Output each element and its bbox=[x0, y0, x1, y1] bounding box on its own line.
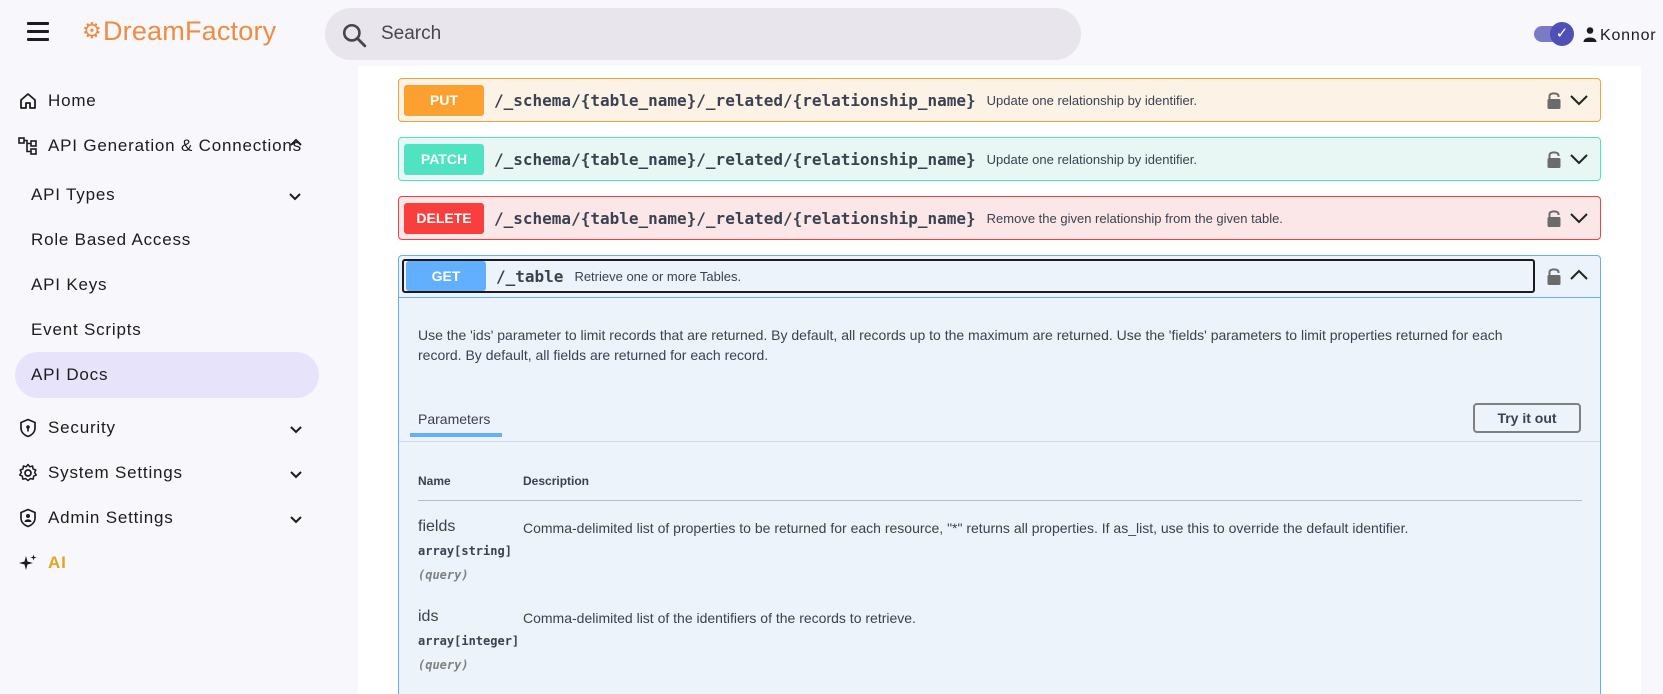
check-icon: ✓ bbox=[1550, 22, 1574, 46]
sidebar-item-label: API Keys bbox=[31, 275, 108, 294]
top-bar: ⚙DreamFactory ✓ Konnor bbox=[0, 0, 1663, 66]
user-icon bbox=[1583, 27, 1597, 42]
sidebar-item-label: API Generation & Connections bbox=[48, 136, 302, 155]
chevron-down-icon bbox=[289, 193, 301, 201]
chevron-down-icon[interactable] bbox=[1570, 211, 1588, 225]
sidebar-item-api-keys[interactable]: API Keys bbox=[15, 262, 319, 308]
admin-icon bbox=[17, 507, 39, 529]
sidebar-item-api-generation[interactable]: API Generation & Connections bbox=[15, 123, 320, 169]
sidebar-item-api-types[interactable]: API Types bbox=[15, 172, 319, 218]
param-type: array[string] bbox=[418, 544, 512, 558]
tab-indicator bbox=[410, 433, 502, 437]
sidebar-item-label: Security bbox=[48, 418, 116, 437]
lock-icon[interactable] bbox=[1546, 90, 1562, 110]
operation-summary: Retrieve one or more Tables. bbox=[574, 268, 742, 284]
sidebar-item-admin-settings[interactable]: Admin Settings bbox=[15, 495, 320, 541]
operation-path: /_schema/{table_name}/_related/{relation… bbox=[494, 90, 976, 110]
api-icon bbox=[17, 135, 39, 157]
method-badge: PUT bbox=[404, 84, 484, 116]
chevron-down-icon[interactable] bbox=[1570, 152, 1588, 166]
search-bar[interactable] bbox=[325, 8, 1081, 60]
sidebar: Home API Generation & Connections API Ty… bbox=[0, 66, 338, 694]
chevron-down-icon bbox=[290, 471, 302, 479]
menu-icon[interactable] bbox=[27, 22, 49, 42]
user-menu[interactable]: Konnor bbox=[1583, 24, 1656, 45]
sidebar-item-label: System Settings bbox=[48, 463, 183, 482]
lock-icon[interactable] bbox=[1546, 149, 1562, 169]
param-description: Comma-delimited list of properties to be… bbox=[523, 520, 1409, 536]
gear-logo-icon: ⚙ bbox=[82, 18, 102, 43]
sidebar-item-label: API Docs bbox=[31, 365, 109, 384]
sidebar-item-label: Role Based Access bbox=[31, 230, 192, 249]
operation-delete-related[interactable]: DELETE /_schema/{table_name}/_related/{r… bbox=[398, 196, 1601, 240]
sidebar-item-label: AI bbox=[48, 553, 67, 572]
param-name: ids bbox=[418, 608, 439, 625]
sidebar-item-label: Admin Settings bbox=[48, 508, 174, 527]
sidebar-item-role-based-access[interactable]: Role Based Access bbox=[15, 217, 319, 263]
operation-summary: Update one relationship by identifier. bbox=[986, 92, 1197, 108]
ai-sparkle-icon bbox=[17, 552, 39, 574]
sidebar-item-security[interactable]: Security bbox=[15, 405, 320, 451]
param-location: (query) bbox=[418, 658, 469, 672]
settings-icon bbox=[17, 462, 39, 484]
operation-path: /_table bbox=[496, 266, 564, 286]
sidebar-item-label: Home bbox=[48, 91, 97, 110]
chevron-down-icon[interactable] bbox=[1570, 93, 1588, 107]
sidebar-item-system-settings[interactable]: System Settings bbox=[15, 450, 320, 496]
home-icon bbox=[17, 90, 39, 112]
try-it-out-button[interactable]: Try it out bbox=[1473, 403, 1581, 433]
chevron-up-icon bbox=[290, 138, 302, 146]
column-header-description: Description bbox=[523, 474, 590, 488]
column-header-name: Name bbox=[418, 474, 451, 488]
search-input[interactable] bbox=[381, 18, 1041, 50]
api-docs-panel: PUT /_schema/{table_name}/_related/{rela… bbox=[358, 66, 1641, 694]
user-name: Konnor bbox=[1600, 27, 1657, 44]
operation-get-table: GET /_table Retrieve one or more Tables.… bbox=[398, 255, 1601, 694]
param-type: array[integer] bbox=[418, 634, 520, 648]
param-description: Comma-delimited list of the identifiers … bbox=[523, 610, 916, 626]
divider bbox=[399, 297, 1600, 298]
operation-put-related[interactable]: PUT /_schema/{table_name}/_related/{rela… bbox=[398, 78, 1601, 122]
param-name: fields bbox=[418, 518, 456, 535]
brand-name: DreamFactory bbox=[102, 16, 277, 46]
operation-summary: Update one relationship by identifier. bbox=[986, 151, 1197, 167]
param-location: (query) bbox=[418, 568, 469, 582]
operation-path: /_schema/{table_name}/_related/{relation… bbox=[494, 149, 976, 169]
method-badge: GET bbox=[406, 261, 486, 291]
operation-summary: Remove the given relationship from the g… bbox=[986, 210, 1283, 226]
brand-logo[interactable]: ⚙DreamFactory bbox=[82, 16, 276, 47]
theme-toggle-icon[interactable]: ✓ bbox=[1534, 22, 1574, 46]
sidebar-item-home[interactable]: Home bbox=[15, 78, 320, 124]
sidebar-item-ai[interactable]: AI bbox=[15, 540, 320, 586]
tab-parameters[interactable]: Parameters bbox=[418, 411, 490, 427]
method-badge: PATCH bbox=[404, 143, 484, 175]
operation-patch-related[interactable]: PATCH /_schema/{table_name}/_related/{re… bbox=[398, 137, 1601, 181]
chevron-up-icon[interactable] bbox=[1570, 268, 1588, 282]
chevron-down-icon bbox=[290, 426, 302, 434]
divider bbox=[418, 500, 1582, 501]
operation-path: /_schema/{table_name}/_related/{relation… bbox=[494, 208, 976, 228]
sidebar-item-label: API Types bbox=[31, 185, 116, 204]
method-badge: DELETE bbox=[404, 202, 484, 234]
lock-icon[interactable] bbox=[1546, 266, 1562, 286]
sidebar-item-api-docs[interactable]: API Docs bbox=[15, 352, 319, 398]
sidebar-item-label: Event Scripts bbox=[31, 320, 142, 339]
operation-header[interactable]: GET /_table Retrieve one or more Tables. bbox=[402, 259, 1535, 293]
security-icon bbox=[17, 417, 39, 439]
lock-icon[interactable] bbox=[1546, 208, 1562, 228]
search-icon bbox=[342, 23, 367, 48]
operation-description: Use the 'ids' parameter to limit records… bbox=[418, 327, 1503, 363]
sidebar-item-event-scripts[interactable]: Event Scripts bbox=[15, 307, 319, 353]
divider bbox=[399, 441, 1600, 442]
chevron-down-icon bbox=[290, 516, 302, 524]
